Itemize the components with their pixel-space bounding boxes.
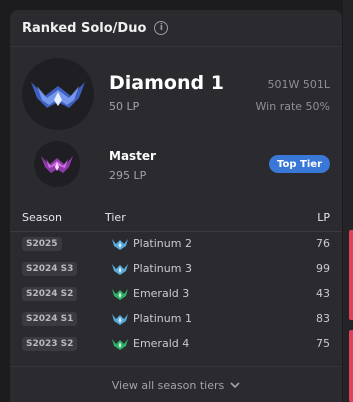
current-rank: Diamond 1 50 LP 501W 501L Win rate 50% xyxy=(22,58,330,136)
table-row: S2023 S2 Emerald 4 75 xyxy=(10,332,342,357)
lp-value: 83 xyxy=(316,312,330,325)
season-tag: S2024 S2 xyxy=(22,287,78,301)
card-title: Ranked Solo/Duo xyxy=(22,20,147,36)
tier-name: Platinum 2 xyxy=(133,237,192,250)
platinum-icon xyxy=(112,264,128,275)
tier-name: Platinum 1 xyxy=(133,312,192,325)
peak-rank-lp: 295 LP xyxy=(109,169,147,182)
adjacent-accent-mark xyxy=(349,330,353,402)
table-row: S2024 S1 Platinum 1 83 xyxy=(10,307,342,332)
card-header: Ranked Solo/Duo i xyxy=(10,10,342,47)
chevron-down-icon xyxy=(230,382,240,389)
win-loss-record: 501W 501L xyxy=(267,78,331,91)
diamond-emblem-icon xyxy=(22,58,94,130)
lp-value: 76 xyxy=(316,237,330,250)
win-rate: Win rate 50% xyxy=(255,100,330,113)
adjacent-accent-mark xyxy=(349,230,353,320)
info-icon[interactable]: i xyxy=(154,21,169,35)
platinum-icon xyxy=(112,239,128,250)
lp-value: 43 xyxy=(316,287,330,300)
adjacent-panel-edge xyxy=(343,0,353,402)
lp-column-header: LP xyxy=(317,211,330,224)
ranked-card: Ranked Solo/Duo i Diamond 1 50 LP 501W 5… xyxy=(10,10,342,402)
lp-value: 75 xyxy=(316,337,330,350)
view-all-seasons-button[interactable]: View all season tiers xyxy=(10,366,342,402)
lp-value: 99 xyxy=(316,262,330,275)
peak-rank: Master 295 LP Top Tier xyxy=(34,141,330,191)
peak-rank-name: Master xyxy=(109,149,156,163)
platinum-icon xyxy=(112,314,128,325)
tier-name: Emerald 4 xyxy=(133,337,190,350)
season-tag: S2024 S1 xyxy=(22,312,78,326)
table-row: S2024 S2 Emerald 3 43 xyxy=(10,282,342,307)
view-all-seasons-label: View all season tiers xyxy=(111,378,225,392)
table-row: S2025 Platinum 2 76 xyxy=(10,232,342,257)
current-rank-lp: 50 LP xyxy=(109,100,140,113)
emerald-icon xyxy=(112,339,128,350)
table-row: S2024 S3 Platinum 3 99 xyxy=(10,257,342,282)
season-table: S2025 Platinum 2 76 S2024 S3 Platinum 3 … xyxy=(10,232,342,357)
tier-column-header: Tier xyxy=(105,211,126,224)
season-column-header: Season xyxy=(22,211,62,224)
emerald-icon xyxy=(112,289,128,300)
tier-name: Emerald 3 xyxy=(133,287,190,300)
season-tag: S2024 S3 xyxy=(22,262,78,276)
season-tag: S2025 xyxy=(22,237,62,251)
season-table-header: Season Tier LP xyxy=(10,203,342,232)
top-tier-badge: Top Tier xyxy=(269,155,330,173)
tier-name: Platinum 3 xyxy=(133,262,192,275)
season-tag: S2023 S2 xyxy=(22,337,78,351)
current-rank-name: Diamond 1 xyxy=(109,72,224,94)
master-emblem-icon xyxy=(34,141,80,187)
